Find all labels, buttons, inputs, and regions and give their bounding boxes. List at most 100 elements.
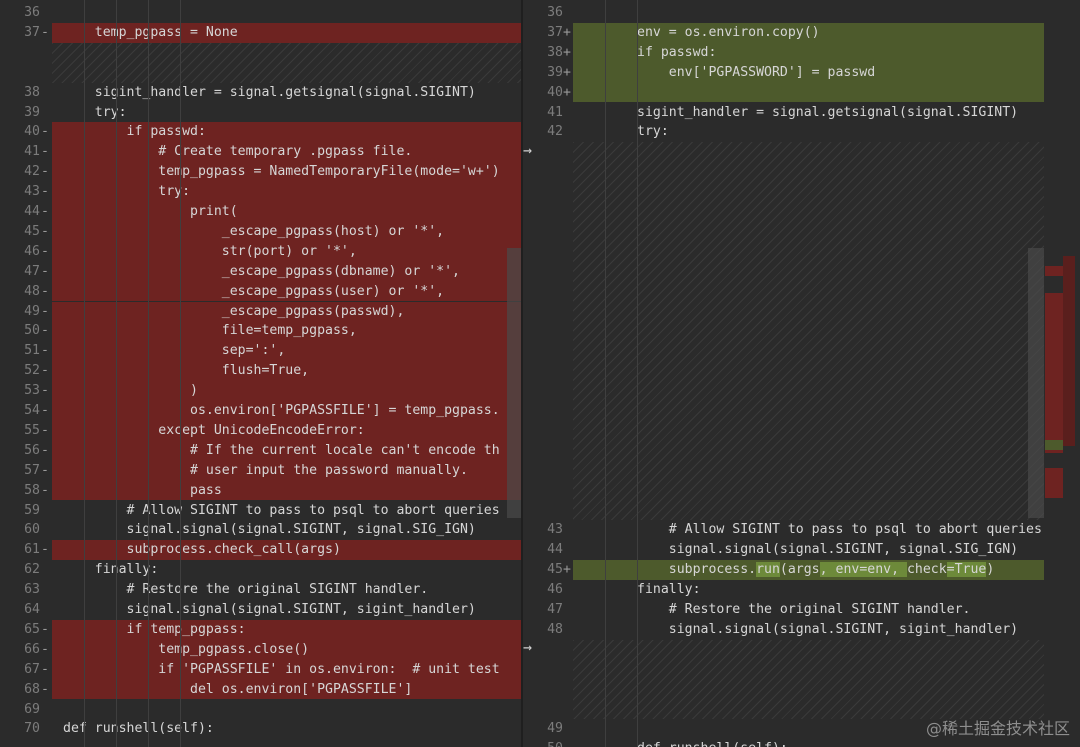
line-number: 67 [24,661,40,677]
code-text: sep=':', [63,343,286,359]
indent-guide [180,0,181,747]
line-number: 70 [24,721,40,737]
diff-marker: - [41,462,49,478]
diff-line-right: 38 + if passwd: [523,42,1080,63]
code-text: pass [63,482,222,498]
diff-line-right: 46 finally: [523,580,1080,600]
scrollbar-thumb[interactable] [507,248,521,518]
code-text: sigint_handler = signal.getsignal(signal… [637,104,1019,120]
line-number: 38 [547,44,563,60]
line-number: 46 [24,243,40,259]
code-text: finally: [63,562,159,578]
line-number: 50 [24,323,40,339]
line-number: 62 [24,562,40,578]
code-text: try: [637,124,669,140]
diff-line-left: 39 try: [0,103,521,123]
diff-marker: - [41,243,49,259]
line-number: 52 [24,363,40,379]
code-text: # If the current locale can't encode th [63,442,500,458]
line-number: 36 [547,5,563,20]
line-number: 39 [547,64,563,80]
diff-line-left: 37- temp_pgpass = None [0,22,521,43]
diff-line-left: 60 signal.signal(signal.SIGINT, signal.S… [0,520,521,540]
line-number: 64 [24,602,40,617]
line-number: 40 [547,84,563,100]
line-number: 69 [24,701,40,717]
diff-line-left: 70 def runshell(self): [0,719,521,739]
line-number: 57 [24,462,40,478]
hatched-gap [52,42,521,83]
diff-line-left: 57- # user input the password manually. [0,460,521,481]
line-number: 45 [24,223,40,239]
code-text: # Allow SIGINT to pass to psql to abort … [63,502,500,518]
code-text: temp_pgpass = None [63,24,238,40]
code-text: subprocess.check_call(args) [63,542,341,558]
diff-line-left: 41- # Create temporary .pgpass file. [0,142,521,163]
diff-line-right: 45 + subprocess.run(args, env=env, check=… [523,560,1080,581]
diff-line-left: 58- pass [0,480,521,501]
right-diff-pane[interactable]: 36 37 + env = os.environ.copy() 38 + if passwd… [523,0,1080,747]
diff-line-left: 46- str(port) or '*', [0,241,521,262]
diff-marker: + [563,24,571,40]
diff-line-left: 56- # If the current locale can't encode… [0,440,521,461]
line-number: 38 [24,84,40,100]
diff-marker: - [41,24,49,40]
indent-guide [148,0,149,747]
code-token: check [906,562,947,578]
scrollbar-thumb[interactable] [1028,248,1044,518]
code-text: # user input the password manually. [63,462,468,478]
code-token: =True [946,562,987,578]
apply-change-arrow-icon[interactable]: → [523,141,532,159]
minimap-marker [1045,293,1063,453]
diff-marker: + [563,64,571,80]
line-number: 48 [24,283,40,299]
minimap-marker [1045,468,1063,498]
diff-line-right: 39 + env['PGPASSWORD'] = passwd [523,62,1080,83]
diff-line-left: 38 sigint_handler = signal.getsignal(sig… [0,83,521,103]
diff-marker: - [41,383,49,399]
diff-marker: - [41,641,49,657]
line-number: 53 [24,383,40,399]
diff-marker: - [41,542,49,558]
hatched-gap [573,142,1044,521]
diff-marker: - [41,363,49,379]
diff-line-left: 43- try: [0,182,521,202]
diff-line-left: 66- temp_pgpass.close() [0,639,521,660]
code-text: _escape_pgpass(host) or '*', [63,223,445,239]
line-number: 43 [547,522,563,538]
apply-change-arrow-icon[interactable]: → [523,638,532,656]
code-text: signal.signal(signal.SIGINT, sigint_hand… [637,621,1019,637]
line-number: 37 [24,24,40,40]
line-number: 49 [24,303,40,319]
diff-line-left: 40- if passwd: [0,122,521,143]
code-token: (args [779,562,820,578]
line-number: 63 [24,582,40,598]
line-number: 60 [24,522,40,538]
line-number: 47 [547,602,563,617]
code-text: _escape_pgpass(dbname) or '*', [63,263,460,279]
left-diff-pane[interactable]: 36 37- temp_pgpass = None 38 sigint_handle… [0,0,521,747]
diff-line-left: 63 # Restore the original SIGINT handler… [0,580,521,600]
indent-guide [84,0,85,747]
line-number: 36 [24,5,40,20]
diff-marker: - [41,164,49,180]
diff-line-left: 42- temp_pgpass = NamedTemporaryFile(mod… [0,162,521,183]
diff-marker: - [41,482,49,498]
code-text: except UnicodeEncodeError: [63,422,365,438]
code-text: temp_pgpass = NamedTemporaryFile(mode='w… [63,164,500,180]
line-number: 66 [24,641,40,657]
code-text: _escape_pgpass(user) or '*', [63,283,445,299]
code-text: if passwd: [637,44,717,60]
code-text: subprocess.run(args, env=env, check=True… [637,560,994,580]
code-text: file=temp_pgpass, [63,323,357,339]
code-text: if temp_pgpass: [63,621,246,637]
line-number: 41 [24,144,40,160]
code-text: signal.signal(signal.SIGINT, sigint_hand… [63,602,476,617]
code-text: str(port) or '*', [63,243,357,259]
code-text: temp_pgpass.close() [63,641,310,657]
line-number: 54 [24,403,40,418]
diff-line-right: 42 try: [523,122,1080,142]
diff-marker: - [41,323,49,339]
code-token: ) [986,562,995,578]
diff-line-left: 51- sep=':', [0,341,521,362]
